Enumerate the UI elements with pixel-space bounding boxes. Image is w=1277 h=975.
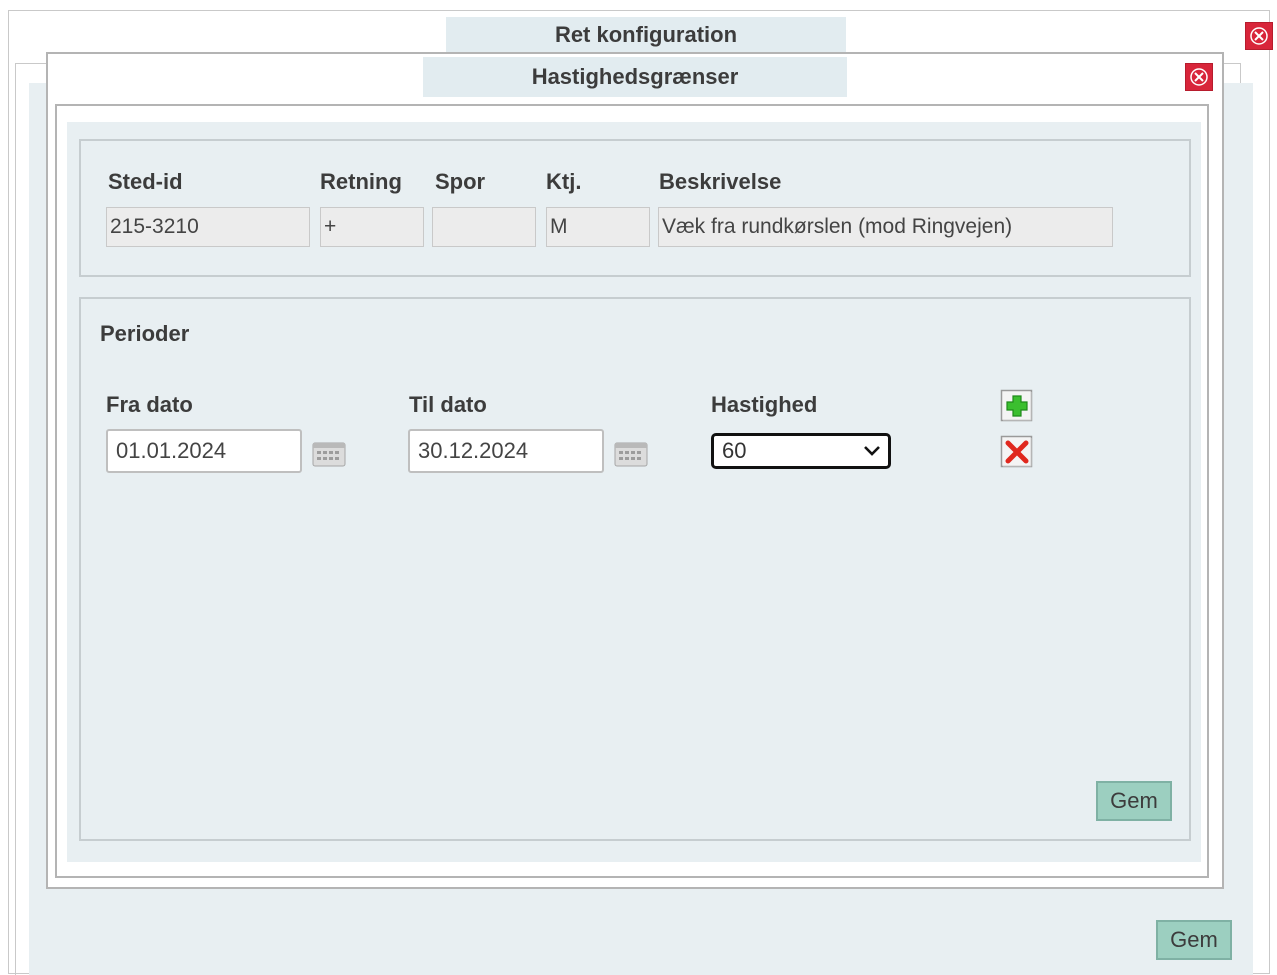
periods-save-button[interactable]: Gem (1096, 781, 1172, 821)
retning-field: + (320, 207, 424, 247)
to-date-input[interactable] (408, 429, 604, 473)
retning-label: Retning (320, 169, 402, 194)
delete-period-button[interactable] (1000, 435, 1034, 469)
beskrivelse-label: Beskrivelse (659, 169, 782, 194)
outer-dialog-title: Ret konfiguration (446, 17, 846, 53)
speed-limits-frame: Sted-id Retning Spor Ktj. Beskrivelse 21… (55, 104, 1209, 878)
calendar-icon (614, 442, 648, 467)
periods-panel: Perioder Fra dato Til dato Hastighed 01.… (79, 297, 1191, 841)
outer-close-button[interactable] (1245, 22, 1273, 50)
close-icon (1190, 68, 1208, 86)
spor-field (432, 207, 536, 247)
speed-limits-dialog: Hastighedsgrænser Sted-id Retning Spor K… (46, 52, 1224, 889)
close-icon (1250, 27, 1268, 45)
chevron-down-icon (864, 446, 880, 456)
speed-select[interactable]: 60 (711, 433, 891, 469)
add-period-button[interactable] (1000, 389, 1034, 423)
delete-icon (1000, 435, 1033, 468)
speed-select-value: 60 (722, 438, 747, 463)
sted-id-label: Sted-id (108, 169, 183, 194)
speed-limits-body: Sted-id Retning Spor Ktj. Beskrivelse 21… (67, 122, 1201, 862)
sted-id-field: 215-3210 (106, 207, 310, 247)
beskrivelse-field: Væk fra rundkørslen (mod Ringvejen) (658, 207, 1113, 247)
to-date-calendar-button[interactable] (614, 441, 648, 467)
from-date-calendar-button[interactable] (312, 441, 346, 467)
location-info-panel: Sted-id Retning Spor Ktj. Beskrivelse 21… (79, 139, 1191, 277)
from-date-input[interactable] (106, 429, 302, 473)
to-date-label: Til dato (409, 392, 487, 417)
periods-title: Perioder (100, 321, 190, 346)
ktj-label: Ktj. (546, 169, 582, 194)
speed-limits-dialog-title: Hastighedsgrænser (423, 57, 847, 97)
ktj-field: M (546, 207, 650, 247)
outer-save-button[interactable]: Gem (1156, 920, 1232, 960)
calendar-icon (312, 442, 346, 467)
speed-limits-close-button[interactable] (1185, 63, 1213, 91)
from-date-label: Fra dato (106, 392, 193, 417)
speed-label: Hastighed (711, 392, 818, 417)
add-icon (1000, 389, 1033, 422)
spor-label: Spor (435, 169, 486, 194)
